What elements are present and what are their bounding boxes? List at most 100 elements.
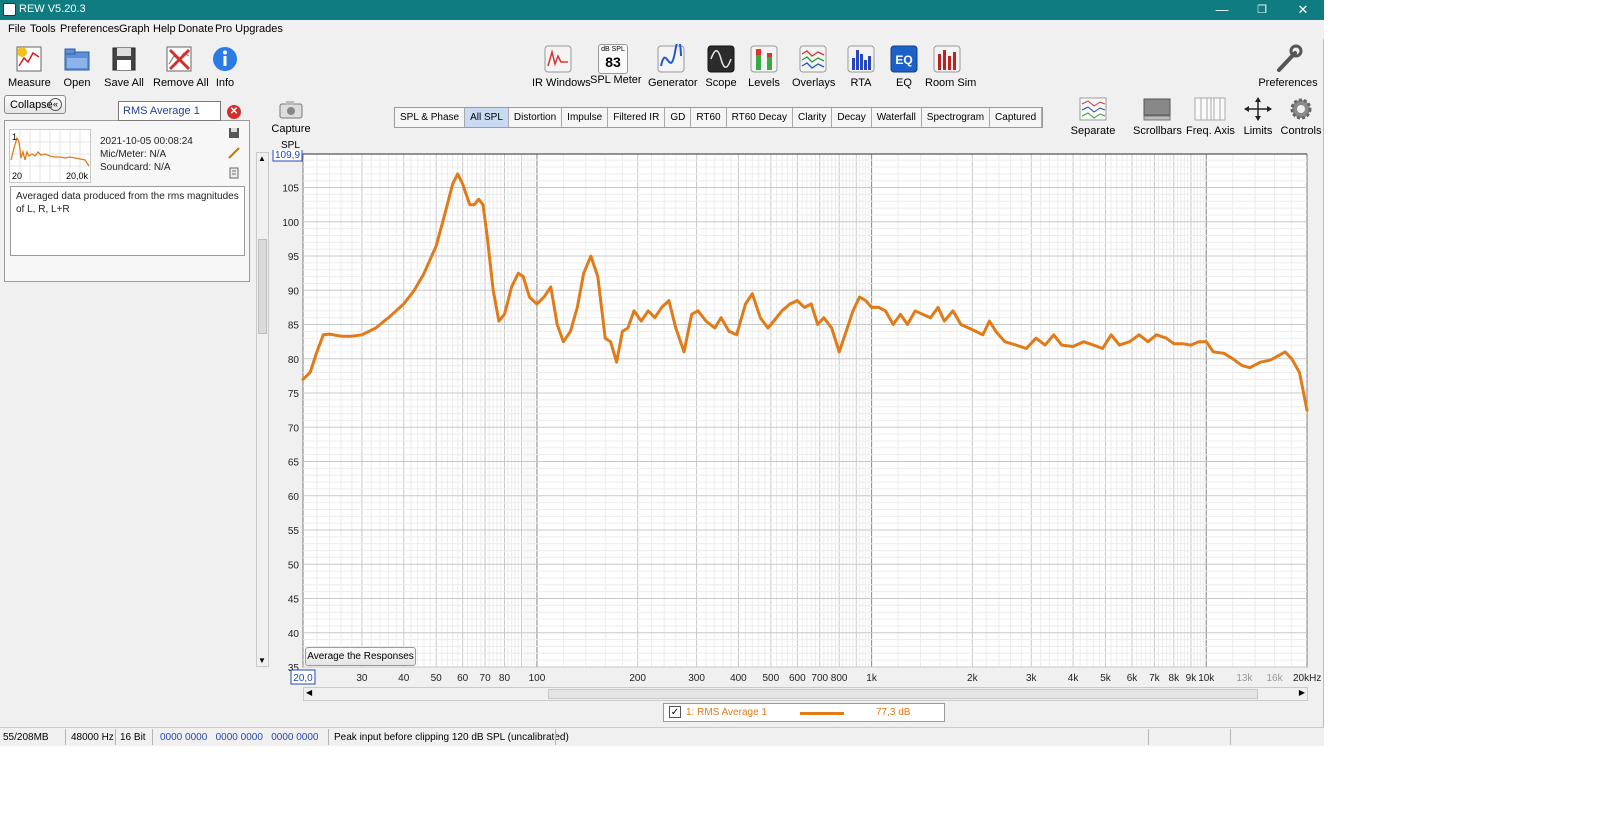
capture-button[interactable]: Capture: [271, 100, 311, 135]
controls-button[interactable]: Controls: [1280, 96, 1322, 137]
ir-windows-button[interactable]: IR Windows: [532, 44, 591, 89]
y-tick-label: 40: [288, 629, 300, 640]
tab-impulse[interactable]: Impulse: [562, 108, 609, 127]
room-sim-button[interactable]: Room Sim: [925, 44, 976, 89]
save-all-button[interactable]: Save All: [103, 44, 145, 89]
info-button[interactable]: Info: [210, 44, 240, 89]
status-bar: 55/208MB 48000 Hz 16 Bit 0000 0000 0000 …: [0, 727, 1324, 746]
eq-label: EQ: [896, 77, 912, 89]
plot-area[interactable]: [302, 153, 1308, 668]
overlays-icon: [799, 45, 827, 73]
spl-meter-button[interactable]: dB SPL 83 SPL Meter: [590, 44, 642, 86]
horizontal-scrollbar[interactable]: ◀ ▶: [303, 687, 1308, 701]
measure-label: Measure: [8, 77, 51, 89]
scroll-down-icon[interactable]: ▼: [258, 656, 266, 665]
measurement-mic: Mic/Meter: N/A: [100, 149, 167, 160]
x-tick-label: 50: [431, 673, 443, 684]
menu-graph[interactable]: Graph: [119, 23, 150, 35]
vertical-scroll-thumb[interactable]: [258, 239, 267, 334]
scroll-left-icon[interactable]: ◀: [306, 688, 312, 697]
menu-tools[interactable]: Tools: [30, 23, 56, 35]
measurement-notes[interactable]: Averaged data produced from the rms magn…: [10, 186, 245, 256]
menu-donate[interactable]: Donate: [178, 23, 213, 35]
tab-clarity[interactable]: Clarity: [793, 108, 833, 127]
info-icon: [213, 47, 237, 71]
horizontal-scroll-thumb[interactable]: [548, 689, 1258, 699]
limits-button[interactable]: Limits: [1240, 96, 1276, 137]
spl-meter-value: 83: [605, 54, 621, 70]
edit-icon[interactable]: [228, 147, 240, 159]
tab-rt60[interactable]: RT60: [691, 108, 727, 127]
y-tick-label: 85: [288, 321, 300, 332]
delete-measurement-icon[interactable]: ✕: [227, 105, 241, 119]
tab-spectrogram[interactable]: Spectrogram: [922, 108, 991, 127]
ir-windows-icon: [544, 45, 572, 73]
x-tick-label: 70: [480, 673, 492, 684]
measure-button[interactable]: Measure: [8, 44, 51, 89]
remove-all-label: Remove All: [153, 77, 209, 89]
menu-help[interactable]: Help: [153, 23, 176, 35]
tab-spl-phase[interactable]: SPL & Phase: [395, 108, 466, 127]
average-responses-button[interactable]: Average the Responses: [305, 647, 416, 666]
maximize-button[interactable]: ❐: [1242, 0, 1282, 20]
generator-button[interactable]: Generator: [648, 39, 698, 89]
tab-filtered-ir[interactable]: Filtered IR: [608, 108, 666, 127]
tab-distortion[interactable]: Distortion: [509, 108, 563, 127]
tab-gd[interactable]: GD: [665, 108, 692, 127]
x-tick-label: 2k: [967, 673, 979, 684]
scroll-up-icon[interactable]: ▲: [258, 154, 266, 163]
legend-checkbox[interactable]: ✓: [669, 706, 681, 718]
measurement-date: 2021-10-05 00:08:24: [100, 136, 193, 147]
menu-pro-upgrades[interactable]: Pro Upgrades: [215, 23, 283, 35]
scope-button[interactable]: Scope: [705, 44, 737, 89]
levels-label: Levels: [748, 77, 780, 89]
minimize-button[interactable]: —: [1202, 0, 1242, 20]
measurement-name-field[interactable]: RMS Average 1: [118, 101, 221, 121]
notes-icon[interactable]: [228, 167, 240, 179]
remove-icon: [166, 46, 192, 72]
window-title: REW V5.20.3: [19, 3, 86, 15]
scroll-right-icon[interactable]: ▶: [1299, 688, 1305, 697]
generator-icon: [657, 39, 685, 73]
tab-captured[interactable]: Captured: [990, 108, 1043, 127]
eq-button[interactable]: EQ EQ: [888, 44, 920, 89]
spl-meter-unit: dB SPL: [601, 46, 625, 53]
scrollbars-button[interactable]: Scrollbars: [1133, 96, 1182, 137]
x-tick-label: 7k: [1149, 673, 1161, 684]
x-tick-label: 1k: [866, 673, 878, 684]
tab-waterfall[interactable]: Waterfall: [872, 108, 922, 127]
x-tick-label: 5k: [1100, 673, 1112, 684]
freq-axis-button[interactable]: Freq. Axis: [1186, 96, 1235, 137]
vertical-scrollbar[interactable]: ▲ ▼: [256, 152, 269, 667]
open-button[interactable]: Open: [58, 44, 96, 89]
save-measurement-icon[interactable]: [228, 127, 240, 139]
remove-all-button[interactable]: Remove All: [153, 44, 209, 89]
collapse-button[interactable]: Collapse «: [4, 95, 66, 114]
separate-button[interactable]: Separate: [1070, 96, 1116, 137]
tab-rt60-decay[interactable]: RT60 Decay: [727, 108, 793, 127]
save-all-label: Save All: [104, 77, 144, 89]
preferences-button[interactable]: Preferences: [1258, 44, 1318, 89]
menu-bar: File Tools Preferences Graph Help Donate…: [0, 20, 1324, 39]
save-icon: [112, 47, 136, 71]
spl-meter-icon: dB SPL 83: [598, 44, 628, 74]
measurement-thumbnail[interactable]: 1 20 20,0k: [9, 129, 91, 183]
rta-button[interactable]: RTA: [845, 44, 877, 89]
y-cursor-value: 109,9: [275, 150, 300, 161]
menu-preferences[interactable]: Preferences: [60, 23, 119, 35]
status-message: Peak input before clipping 120 dB SPL (u…: [334, 732, 569, 743]
close-button[interactable]: ✕: [1283, 0, 1323, 20]
overlays-button[interactable]: Overlays: [792, 44, 835, 89]
x-tick-label: 40: [398, 673, 410, 684]
y-tick-label: 45: [288, 595, 300, 606]
scrollbars-icon: [1143, 98, 1171, 121]
tab-decay[interactable]: Decay: [832, 108, 872, 127]
tab-all-spl[interactable]: All SPL: [465, 108, 509, 127]
x-tick-label: 200: [629, 673, 646, 684]
status-bit-depth: 16 Bit: [120, 732, 146, 743]
svg-text:EQ: EQ: [895, 53, 912, 67]
spl-graph[interactable]: 10510095908580757065605550454035109,930 4…: [270, 150, 1324, 685]
menu-file[interactable]: File: [8, 23, 26, 35]
levels-button[interactable]: Levels: [748, 44, 780, 89]
scope-label: Scope: [705, 77, 737, 89]
